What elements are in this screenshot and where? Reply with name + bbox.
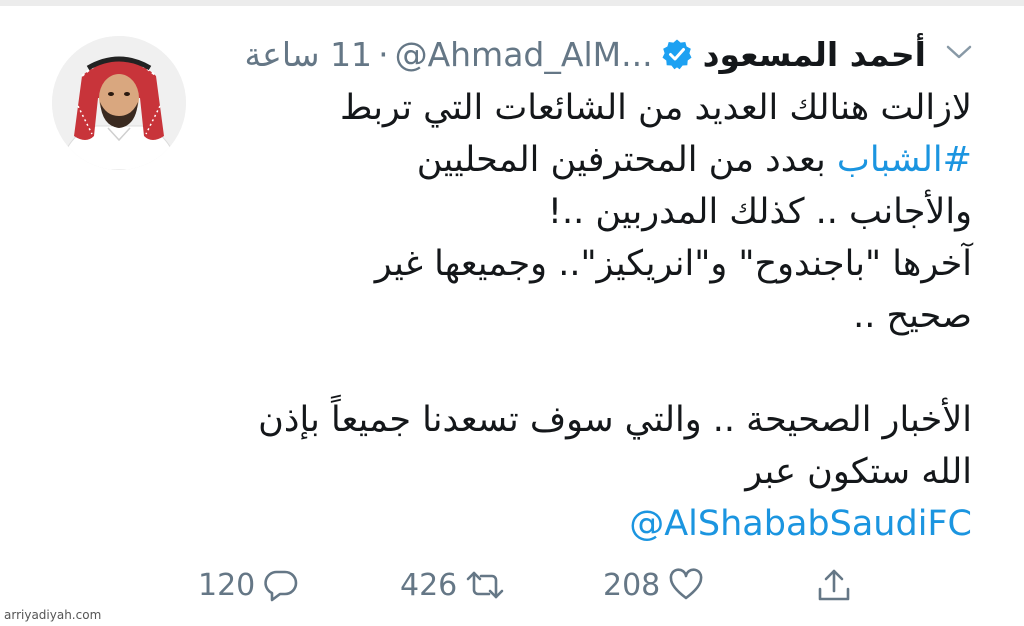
like-button[interactable]: 208 <box>603 560 704 610</box>
hashtag-link[interactable]: #الشباب <box>837 140 972 180</box>
tweet-timestamp[interactable]: 11 ساعة <box>244 35 372 74</box>
tweet-text-line: الله ستكون عبر <box>745 452 972 492</box>
retweet-icon <box>465 568 505 602</box>
tweet-actions: 120 426 208 <box>0 560 1024 610</box>
tweet-text: لازالت هنالك العديد من الشائعات التي ترب… <box>212 82 972 550</box>
watermark: arriyadiyah.com <box>4 608 102 622</box>
like-count: 208 <box>603 567 661 603</box>
tweet-text-line: الأخبار الصحيحة .. والتي سوف تسعدنا جميع… <box>258 400 972 440</box>
reply-button[interactable]: 120 <box>198 560 299 610</box>
retweet-button[interactable]: 426 <box>400 560 505 610</box>
retweet-count: 426 <box>400 567 458 603</box>
author-display-name[interactable]: أحمد المسعود <box>703 35 926 74</box>
reply-icon <box>263 568 299 602</box>
share-icon <box>816 567 852 603</box>
tweet-header: أحمد المسعود @Ahmad_AlM... · 11 ساعة <box>244 28 926 80</box>
author-handle[interactable]: @Ahmad_AlM... <box>395 35 653 74</box>
tweet-text-fragment: بعدد من المحترفين المحليين <box>416 140 837 180</box>
tweet-text-line: لازالت هنالك العديد من الشائعات التي ترب… <box>339 88 972 128</box>
top-divider <box>0 0 1024 6</box>
tweet-text-line: صحيح .. <box>853 296 972 336</box>
chevron-down-icon[interactable] <box>944 40 974 64</box>
tweet-text-line: والأجانب .. كذلك المدربين ..! <box>547 192 972 232</box>
mention-link[interactable]: @AlShababSaudiFC <box>212 498 972 550</box>
verified-badge-icon <box>661 38 693 70</box>
reply-count: 120 <box>198 567 256 603</box>
avatar[interactable] <box>52 36 186 170</box>
share-button[interactable] <box>816 560 852 610</box>
separator-dot: · <box>378 34 389 74</box>
heart-icon <box>668 568 704 602</box>
tweet-text-line: #الشباب بعدد من المحترفين المحليين <box>212 134 972 186</box>
tweet-text-line: آخرها "باجندوح" و"انريكيز".. وجميعها غير <box>374 244 972 284</box>
